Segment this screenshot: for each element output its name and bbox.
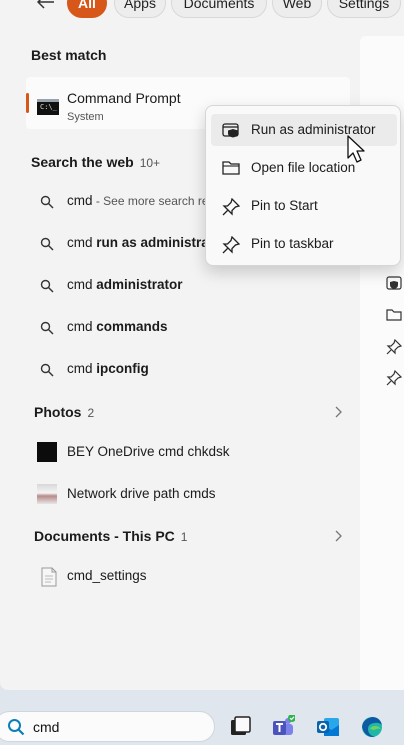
search-icon bbox=[40, 237, 54, 251]
filter-tab-label: Apps bbox=[124, 0, 156, 11]
web-result-prefix: cmd bbox=[67, 235, 97, 250]
menu-item-label: Pin to taskbar bbox=[251, 236, 334, 251]
section-title-text: Documents - This PC bbox=[34, 528, 175, 544]
web-result-hint: - See more search re bbox=[92, 194, 209, 208]
document-result[interactable]: cmd_settings bbox=[26, 558, 350, 596]
edge-icon[interactable] bbox=[360, 715, 384, 739]
context-menu: Run as administrator Open file location … bbox=[205, 105, 401, 266]
pin-to-taskbar-item[interactable]: Pin to taskbar bbox=[211, 228, 397, 260]
document-name: cmd_settings bbox=[67, 568, 147, 583]
folder-icon bbox=[222, 161, 240, 175]
pin-icon bbox=[222, 236, 240, 254]
search-icon bbox=[40, 195, 54, 209]
photos-section-header[interactable]: Photos 2 bbox=[26, 393, 350, 431]
filter-tab-label: All bbox=[78, 0, 96, 11]
pin-icon bbox=[222, 198, 240, 216]
filter-tab-label: Documents bbox=[183, 0, 255, 11]
photos-heading: Photos 2 bbox=[34, 404, 94, 420]
web-result-text: cmd administrator bbox=[67, 277, 183, 292]
filter-tab-all[interactable]: All bbox=[67, 0, 107, 18]
result-count: 10+ bbox=[139, 156, 161, 170]
photo-result[interactable]: Network drive path cmds bbox=[26, 476, 350, 514]
photo-name: Network drive path cmds bbox=[67, 486, 216, 501]
filter-tab-label: Settings bbox=[338, 0, 390, 11]
open-file-location-item[interactable]: Open file location bbox=[211, 152, 397, 184]
web-result-text: cmd ipconfig bbox=[67, 361, 149, 376]
back-arrow-icon bbox=[37, 0, 54, 9]
search-icon bbox=[8, 719, 25, 736]
filter-tab-apps[interactable]: Apps bbox=[114, 0, 166, 18]
search-icon bbox=[40, 279, 54, 293]
teams-icon[interactable] bbox=[271, 715, 295, 739]
web-result-bold: ipconfig bbox=[96, 361, 149, 376]
filter-tab-label: Web bbox=[282, 0, 312, 11]
section-title-text: Photos bbox=[34, 404, 82, 420]
taskbar-search-box[interactable]: cmd bbox=[0, 711, 215, 742]
web-result-text: cmd run as administra bbox=[67, 235, 209, 250]
app-name: Command Prompt bbox=[67, 90, 181, 106]
documents-section-header[interactable]: Documents - This PC 1 bbox=[26, 517, 350, 555]
section-title-text: Search the web bbox=[31, 154, 134, 170]
web-result-prefix: cmd bbox=[67, 361, 97, 376]
web-result[interactable]: cmd commands bbox=[26, 309, 350, 347]
photo-thumbnail bbox=[37, 484, 57, 504]
menu-item-label: Pin to Start bbox=[251, 198, 318, 213]
filter-tab-settings[interactable]: Settings bbox=[327, 0, 401, 18]
selection-accent bbox=[26, 93, 29, 113]
start-search-panel: All Apps Documents Web Settings Best mat… bbox=[0, 0, 404, 690]
web-result-prefix: cmd bbox=[67, 319, 97, 334]
run-as-administrator-item[interactable]: Run as administrator bbox=[211, 114, 397, 146]
search-icon bbox=[40, 363, 54, 377]
photo-result[interactable]: BEY OneDrive cmd chkdsk bbox=[26, 434, 350, 472]
web-result[interactable]: cmd ipconfig bbox=[26, 351, 350, 389]
folder-icon bbox=[386, 309, 402, 321]
search-input[interactable]: cmd bbox=[33, 719, 59, 735]
search-icon bbox=[40, 321, 54, 335]
web-result-bold: administrator bbox=[96, 277, 183, 292]
web-result-bold: run as administra bbox=[96, 235, 209, 250]
chevron-right-icon bbox=[335, 406, 342, 418]
photo-thumbnail bbox=[37, 442, 57, 462]
document-file-icon bbox=[41, 567, 57, 587]
filter-tab-documents[interactable]: Documents bbox=[171, 0, 267, 18]
best-match-heading: Best match bbox=[31, 47, 107, 63]
mouse-cursor-icon bbox=[347, 135, 365, 163]
taskbar: cmd bbox=[0, 700, 404, 745]
filter-tab-web[interactable]: Web bbox=[272, 0, 322, 18]
search-web-heading: Search the web 10+ bbox=[31, 154, 160, 170]
pin-icon bbox=[386, 339, 402, 355]
app-type: System bbox=[67, 111, 104, 123]
outlook-icon[interactable] bbox=[316, 715, 340, 739]
photo-name: BEY OneDrive cmd chkdsk bbox=[67, 444, 230, 459]
result-count: 1 bbox=[180, 530, 188, 544]
menu-item-label: Open file location bbox=[251, 160, 356, 175]
web-result-bold: commands bbox=[96, 319, 168, 334]
cmd-icon: C:\_ bbox=[37, 99, 59, 115]
back-button[interactable] bbox=[34, 0, 58, 14]
pin-icon bbox=[386, 370, 402, 386]
web-result[interactable]: cmd administrator bbox=[26, 267, 350, 305]
documents-heading: Documents - This PC 1 bbox=[34, 528, 187, 544]
web-result-text: cmd commands bbox=[67, 319, 168, 334]
shield-admin-icon bbox=[386, 276, 402, 290]
pin-to-start-item[interactable]: Pin to Start bbox=[211, 190, 397, 222]
result-count: 2 bbox=[87, 406, 95, 420]
task-view-icon[interactable] bbox=[228, 715, 252, 739]
chevron-right-icon bbox=[335, 530, 342, 542]
web-result-text: cmd - See more search re bbox=[67, 193, 209, 208]
web-result-prefix: cmd bbox=[67, 193, 93, 208]
web-result-prefix: cmd bbox=[67, 277, 97, 292]
shield-admin-icon bbox=[222, 123, 239, 138]
